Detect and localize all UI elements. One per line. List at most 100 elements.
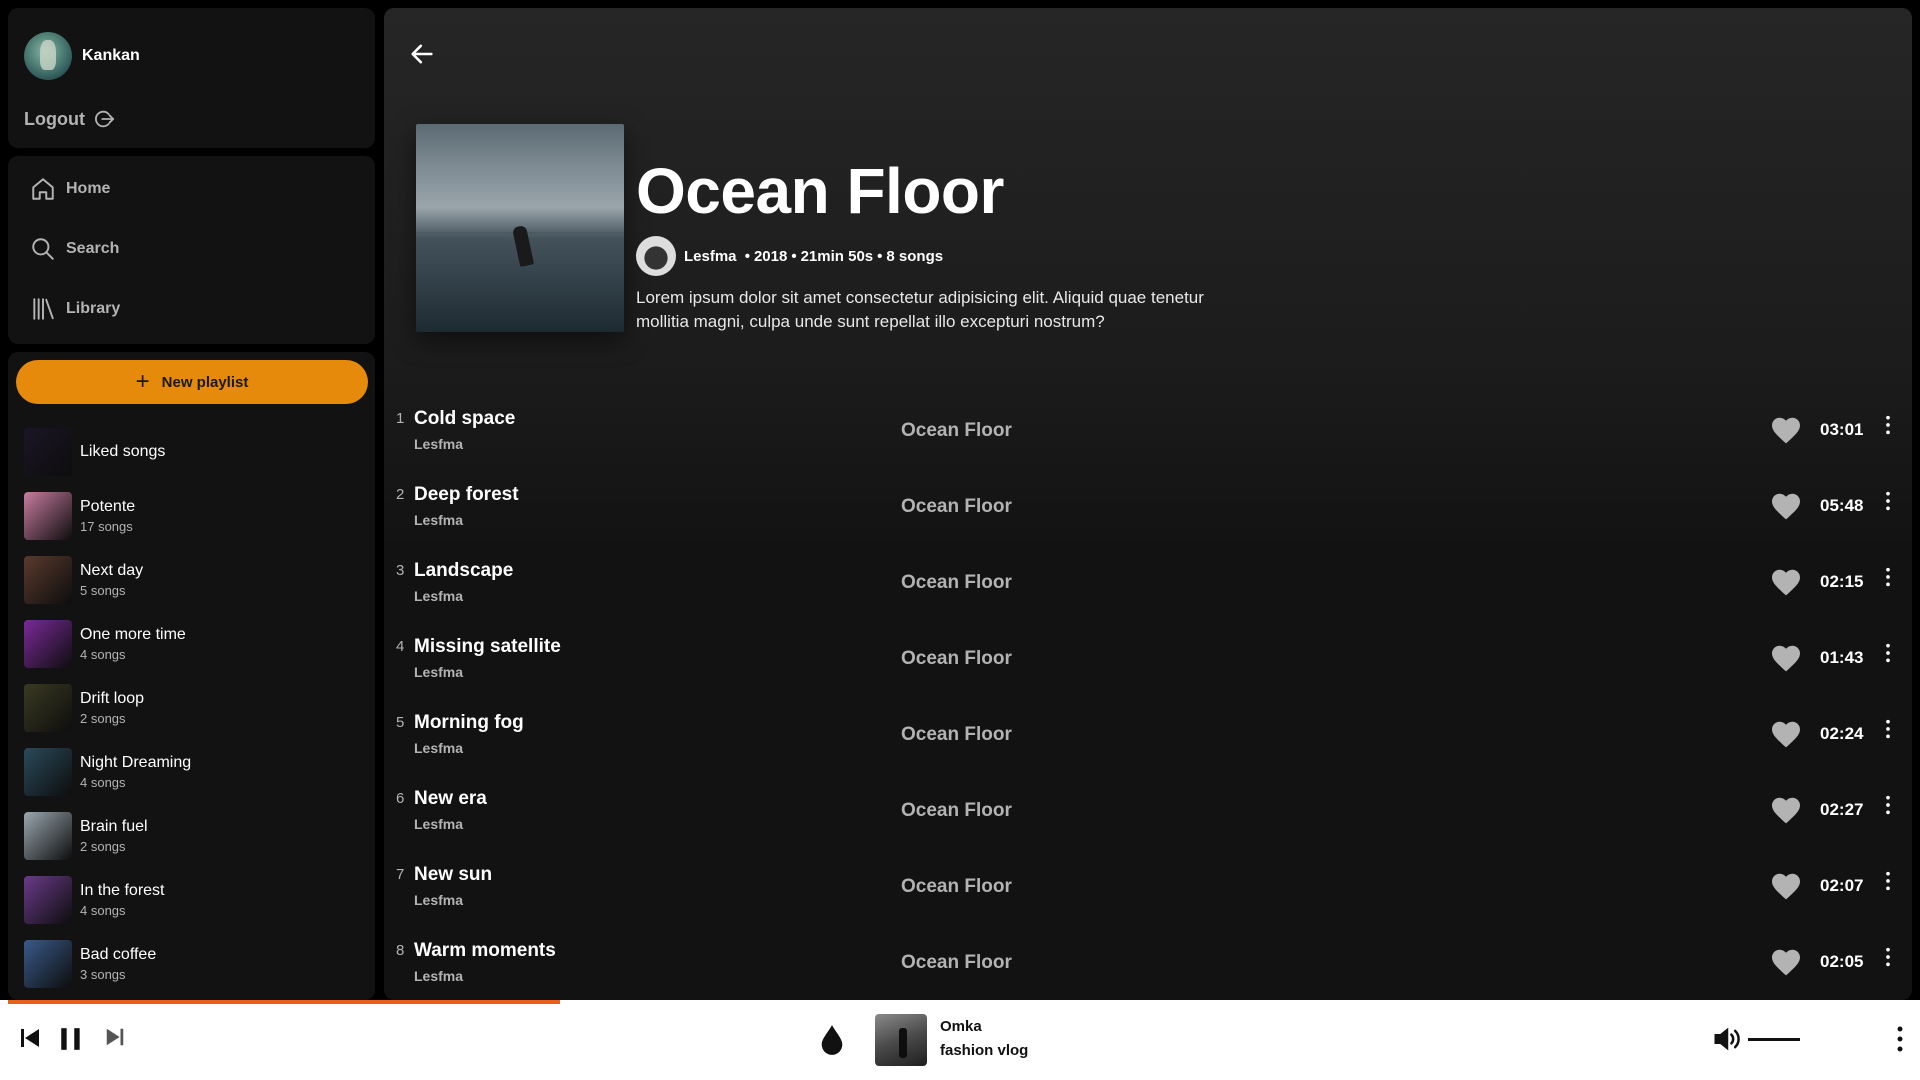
new-playlist-label: New playlist xyxy=(161,373,249,391)
heart-icon[interactable] xyxy=(1770,796,1802,829)
track-album[interactable]: Ocean Floor xyxy=(901,724,1012,746)
track-title[interactable]: Missing satellite xyxy=(414,636,561,658)
heart-icon[interactable] xyxy=(1770,416,1802,449)
track-title[interactable]: New era xyxy=(414,788,487,810)
logout-button[interactable]: Logout xyxy=(24,108,115,130)
player-bar: Omka fashion vlog xyxy=(0,1000,1920,1080)
heart-icon[interactable] xyxy=(1770,720,1802,753)
heart-icon[interactable] xyxy=(1770,492,1802,525)
more-options-icon[interactable] xyxy=(1884,794,1892,821)
heart-icon[interactable] xyxy=(1770,948,1802,981)
user-row[interactable]: Kankan xyxy=(24,32,140,80)
track-row[interactable]: 4 Missing satellite Lesfma Ocean Floor 01:43 xyxy=(384,626,1912,702)
nav-home[interactable]: Home xyxy=(30,176,110,202)
search-icon xyxy=(32,238,54,260)
now-playing-cover xyxy=(875,1014,927,1066)
heart-icon[interactable] xyxy=(1770,568,1802,601)
track-number: 1 xyxy=(396,410,405,427)
heart-icon[interactable] xyxy=(1770,872,1802,905)
more-options-icon[interactable] xyxy=(1884,642,1892,669)
more-options-icon[interactable] xyxy=(1884,718,1892,745)
previous-icon[interactable] xyxy=(18,1026,42,1050)
username: Kankan xyxy=(82,47,140,64)
track-album[interactable]: Ocean Floor xyxy=(901,648,1012,670)
track-artist[interactable]: Lesfma xyxy=(414,588,463,604)
track-album[interactable]: Ocean Floor xyxy=(901,952,1012,974)
now-playing-title[interactable]: Omka xyxy=(940,1018,982,1035)
more-options-icon[interactable] xyxy=(1892,1024,1908,1054)
volume-icon[interactable] xyxy=(1712,1024,1742,1054)
track-title[interactable]: Morning fog xyxy=(414,712,524,734)
track-duration: 02:24 xyxy=(1820,724,1864,743)
track-artist[interactable]: Lesfma xyxy=(414,664,463,680)
album-description: Lorem ipsum dolor sit amet consectetur a… xyxy=(636,288,1204,331)
track-row[interactable]: 7 New sun Lesfma Ocean Floor 02:07 xyxy=(384,854,1912,930)
track-title[interactable]: Deep forest xyxy=(414,484,519,506)
playlist-item[interactable]: One more time 4 songs xyxy=(24,612,364,676)
meta-separator: • xyxy=(740,247,750,265)
track-album[interactable]: Ocean Floor xyxy=(901,800,1012,822)
playlist-cover xyxy=(24,748,72,796)
nav-home-label: Home xyxy=(66,180,111,197)
playlist-text: Brain fuel 2 songs xyxy=(80,818,148,854)
volume-slider[interactable] xyxy=(1748,1038,1800,1041)
track-artist[interactable]: Lesfma xyxy=(414,740,463,756)
track-row[interactable]: 8 Warm moments Lesfma Ocean Floor 02:05 xyxy=(384,930,1912,1000)
nav-library[interactable]: Library xyxy=(30,296,120,322)
track-row[interactable]: 6 New era Lesfma Ocean Floor 02:27 xyxy=(384,778,1912,854)
playlist-item[interactable]: Liked songs xyxy=(24,420,364,484)
more-options-icon[interactable] xyxy=(1884,490,1892,517)
track-row[interactable]: 5 Morning fog Lesfma Ocean Floor 02:24 xyxy=(384,702,1912,778)
playlist-name: Drift loop xyxy=(80,690,145,707)
playlist-cover xyxy=(24,492,72,540)
playlist-item[interactable]: Potente 17 songs xyxy=(24,484,364,548)
track-album[interactable]: Ocean Floor xyxy=(901,496,1012,518)
track-artist[interactable]: Lesfma xyxy=(414,968,463,984)
library-panel: + New playlist Liked songs Potente 17 song… xyxy=(8,352,375,1000)
track-artist[interactable]: Lesfma xyxy=(414,436,463,452)
track-title[interactable]: Cold space xyxy=(414,408,515,430)
track-title[interactable]: New sun xyxy=(414,864,492,886)
back-arrow-icon[interactable] xyxy=(408,40,436,68)
playlist-item[interactable]: Next day 5 songs xyxy=(24,548,364,612)
playlist-count: 17 songs xyxy=(80,519,133,534)
track-duration: 02:07 xyxy=(1820,876,1864,895)
playlist-name: Next day xyxy=(80,562,144,579)
next-icon[interactable] xyxy=(104,1026,126,1048)
track-album[interactable]: Ocean Floor xyxy=(901,420,1012,442)
album-artist[interactable]: Lesfma xyxy=(684,248,737,265)
progress-bar[interactable] xyxy=(8,1000,1912,1004)
track-title[interactable]: Landscape xyxy=(414,560,513,582)
playlist-item[interactable]: Night Dreaming 4 songs xyxy=(24,740,364,804)
track-row[interactable]: 2 Deep forest Lesfma Ocean Floor 05:48 xyxy=(384,474,1912,550)
track-album[interactable]: Ocean Floor xyxy=(901,572,1012,594)
heart-icon[interactable] xyxy=(1770,644,1802,677)
drop-icon[interactable] xyxy=(818,1024,846,1056)
track-artist[interactable]: Lesfma xyxy=(414,892,463,908)
track-title[interactable]: Warm moments xyxy=(414,940,556,962)
now-playing-artist[interactable]: fashion vlog xyxy=(940,1042,1028,1059)
more-options-icon[interactable] xyxy=(1884,414,1892,441)
pause-icon[interactable] xyxy=(58,1026,84,1052)
more-options-icon[interactable] xyxy=(1884,566,1892,593)
playlist-count: 2 songs xyxy=(80,711,126,726)
artist-avatar[interactable] xyxy=(636,236,676,276)
new-playlist-button[interactable]: + New playlist xyxy=(16,360,368,404)
nav-search[interactable]: Search xyxy=(30,236,119,262)
track-album[interactable]: Ocean Floor xyxy=(901,876,1012,898)
playlist-item[interactable]: Brain fuel 2 songs xyxy=(24,804,364,868)
track-row[interactable]: 1 Cold space Lesfma Ocean Floor 03:01 xyxy=(384,398,1912,474)
track-artist[interactable]: Lesfma xyxy=(414,512,463,528)
more-options-icon[interactable] xyxy=(1884,870,1892,897)
track-number: 7 xyxy=(396,866,405,883)
playlist-item[interactable]: In the forest 4 songs xyxy=(24,868,364,932)
track-row[interactable]: 3 Landscape Lesfma Ocean Floor 02:15 xyxy=(384,550,1912,626)
track-artist[interactable]: Lesfma xyxy=(414,816,463,832)
playlist-item[interactable]: Bad coffee 3 songs xyxy=(24,932,364,996)
playlist-count: 3 songs xyxy=(80,967,126,982)
playlist-item[interactable]: Drift loop 2 songs xyxy=(24,676,364,740)
album-year: 2018 xyxy=(753,247,788,265)
playlist-name: Brain fuel xyxy=(80,818,148,835)
profile-panel: Kankan Logout xyxy=(8,8,375,148)
more-options-icon[interactable] xyxy=(1884,946,1892,973)
